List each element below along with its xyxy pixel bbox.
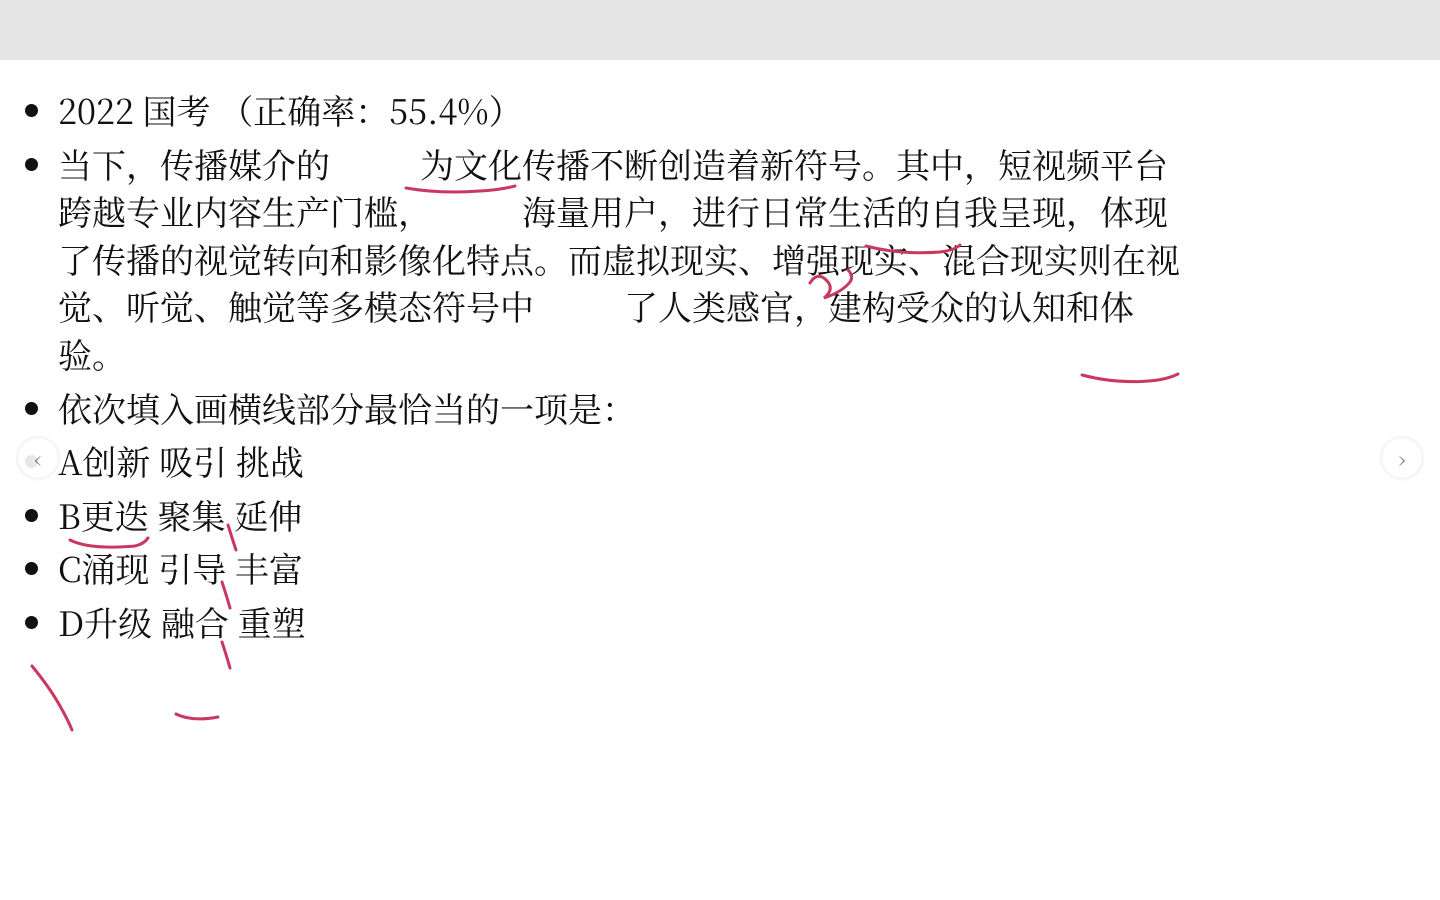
slide-content: 2022 国考 （正确率：55.4%） 当下，传播媒介的为文化传播不断创造着新符… <box>30 80 1190 652</box>
question-prompt: 依次填入画横线部分最恰当的一项是： <box>58 384 1190 432</box>
chevron-left-icon: ‹ <box>34 443 41 474</box>
passage-seg1: 当下，传播媒介的 <box>58 139 330 188</box>
option-c[interactable]: C涌现 引导 丰富 <box>58 544 1190 592</box>
exam-label: 2022 国考 <box>58 85 211 134</box>
next-button[interactable]: › <box>1382 438 1422 478</box>
accuracy-open: （正确率： <box>219 85 389 134</box>
accuracy-value: 55.4% <box>389 85 488 134</box>
slide-page: 2022 国考 （正确率：55.4%） 当下，传播媒介的为文化传播不断创造着新符… <box>0 60 1440 900</box>
accuracy-close: ） <box>489 85 523 134</box>
option-d[interactable]: D升级 融合 重塑 <box>58 598 1190 646</box>
option-b[interactable]: B更迭 聚集 延伸 <box>58 491 1190 539</box>
blank-2 <box>432 224 522 225</box>
prev-button[interactable]: ‹ <box>18 438 58 478</box>
blank-3 <box>534 319 624 320</box>
option-a[interactable]: A创新 吸引 挑战 <box>58 437 1190 485</box>
blank-1 <box>330 177 420 178</box>
chevron-right-icon: › <box>1398 443 1405 474</box>
header-line: 2022 国考 （正确率：55.4%） <box>58 86 1190 134</box>
passage-text: 当下，传播媒介的为文化传播不断创造着新符号。其中，短视频平台跨越专业内容生产门槛… <box>58 140 1190 378</box>
